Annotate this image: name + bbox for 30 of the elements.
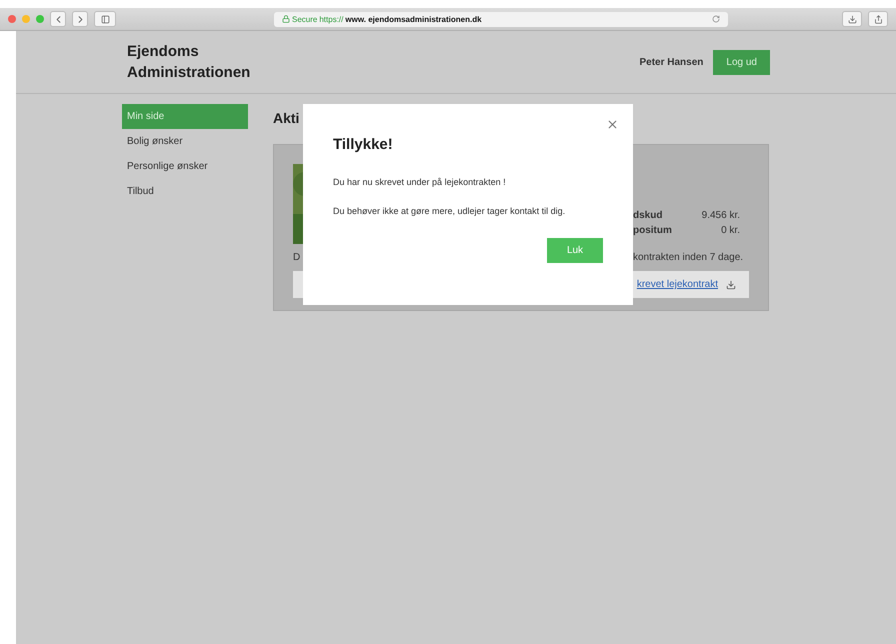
site-logo[interactable]: Ejendoms Administrationen — [127, 41, 277, 83]
address-bar[interactable]: Secure https:// www. ejendomsadministrationen.dk — [274, 12, 728, 26]
fact-value: 9.456 kr. — [702, 210, 740, 221]
download-icon[interactable] — [726, 280, 736, 290]
download-icon[interactable] — [842, 11, 862, 27]
sidebar-item[interactable]: Tilbud — [122, 179, 248, 204]
url-scheme: https:// — [319, 14, 344, 24]
forward-icon[interactable] — [72, 11, 88, 27]
section-heading: Akti — [273, 110, 300, 126]
reload-icon[interactable] — [712, 15, 720, 23]
url-host: www. ejendomsadministrationen.dk — [345, 14, 482, 24]
lock-icon — [282, 15, 290, 23]
close-window-icon[interactable] — [8, 15, 16, 23]
share-icon[interactable] — [868, 11, 888, 27]
card-text: D — [293, 252, 302, 263]
sidebar-item[interactable]: Personlige ønsker — [122, 154, 248, 179]
sidebar-icon[interactable] — [94, 11, 116, 27]
deadline-note: kontrakten inden 7 dage. — [633, 252, 744, 263]
secure-label: Secure — [292, 14, 318, 24]
close-icon[interactable] — [606, 118, 619, 131]
contract-link[interactable]: krevet lejekontrakt — [636, 279, 718, 290]
user-name: Peter Hansen — [639, 56, 704, 68]
dialog-title: Tillykke! — [333, 136, 394, 153]
fact-label: positum — [633, 225, 672, 236]
dialog-message: Du behøver ikke at gøre mere, udlejer tager kontakt til dig. — [333, 206, 566, 216]
back-icon[interactable] — [50, 11, 66, 27]
fact-value: 0 kr. — [721, 225, 740, 236]
fact-label: dskud — [633, 210, 662, 221]
dialog-message: Du har nu skrevet under på lejekontrakten ! — [333, 177, 507, 187]
sidebar-item[interactable]: Bolig ønsker — [122, 129, 248, 154]
